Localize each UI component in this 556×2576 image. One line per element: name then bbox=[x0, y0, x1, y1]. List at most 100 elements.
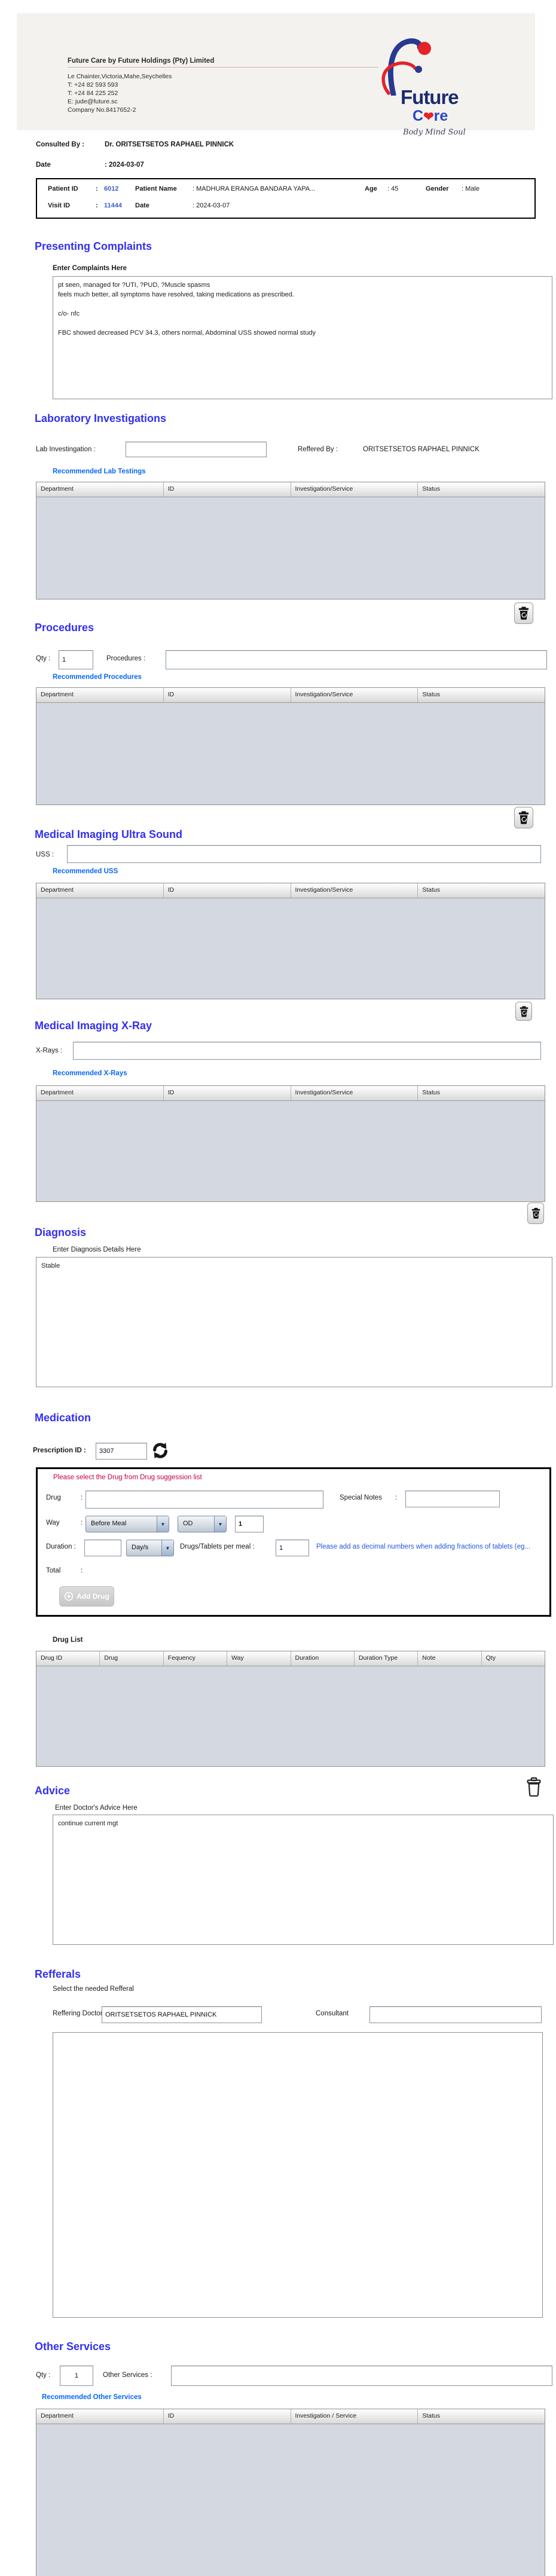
referred-by-label: Reffered By : bbox=[298, 446, 338, 453]
drug-label: Drug bbox=[46, 1494, 61, 1501]
uss-input[interactable] bbox=[67, 845, 541, 863]
drug-input[interactable] bbox=[85, 1491, 323, 1509]
heart-icon: ❤ bbox=[423, 110, 434, 124]
consult-date-label: Date bbox=[36, 161, 105, 169]
frequency-dropdown[interactable]: OD ▼ bbox=[178, 1516, 227, 1532]
referrals-subtitle: Select the needed Refferal bbox=[53, 1985, 134, 1993]
add-drug-button[interactable]: Add Drug bbox=[59, 1586, 114, 1607]
duration-input[interactable] bbox=[84, 1540, 121, 1556]
company-name: Future Care by Future Holdings (Pty) Lim… bbox=[68, 57, 378, 68]
xray-input[interactable] bbox=[73, 1042, 541, 1060]
delete-uss-button[interactable] bbox=[515, 1002, 532, 1021]
uss-table-header: Department ID Investigation/Service Stat… bbox=[36, 883, 545, 898]
trash-icon bbox=[518, 811, 529, 824]
procedures-qty-input[interactable] bbox=[59, 650, 93, 669]
column-header: Qty bbox=[482, 1651, 545, 1666]
diagnosis-textarea[interactable]: Stable bbox=[36, 1257, 552, 1387]
recommended-lab-testings-link: Recommended Lab Testings bbox=[53, 468, 146, 475]
gender-label: Gender bbox=[426, 185, 462, 192]
section-title-referrals: Refferals bbox=[35, 1968, 81, 1981]
duration-label: Duration : bbox=[46, 1543, 76, 1550]
drug-list-table: Drug ID Drug Fequency Way Duration Durat… bbox=[36, 1651, 545, 1767]
duration-unit-dropdown[interactable]: Day/s ▼ bbox=[126, 1540, 174, 1556]
special-notes-input[interactable] bbox=[405, 1491, 500, 1507]
consulted-by-label: Consulted By : bbox=[36, 141, 105, 148]
chevron-down-icon: ▼ bbox=[214, 1516, 226, 1532]
uss-table: Department ID Investigation/Service Stat… bbox=[36, 883, 545, 999]
lab-table-body bbox=[36, 497, 545, 599]
column-header: Department bbox=[36, 688, 164, 702]
drug-selection-warning: Please select the Drug from Drug suggess… bbox=[53, 1474, 202, 1481]
lab-table-header: Department ID Investigation/Service Stat… bbox=[36, 482, 545, 497]
consult-date-row: Date : 2024-03-07 bbox=[36, 161, 144, 169]
column-header: Way bbox=[227, 1651, 291, 1666]
referring-doctor-input[interactable] bbox=[102, 2006, 262, 2023]
column-header: ID bbox=[164, 1086, 291, 1100]
logo-word-care: C❤re bbox=[413, 108, 448, 125]
column-header: ID bbox=[164, 2409, 291, 2424]
other-services-qty-label: Qty : bbox=[36, 2372, 50, 2379]
company-phone-1: T: +24 82 593 593 bbox=[68, 81, 118, 88]
patient-info-box: Patient ID : 6012 Patient Name : MADHURA… bbox=[36, 178, 536, 219]
colon: : bbox=[395, 1494, 397, 1501]
refresh-prescription-button[interactable] bbox=[151, 1442, 169, 1461]
fraction-note: Please add as decimal numbers when addin… bbox=[316, 1543, 546, 1550]
section-title-other-services: Other Services bbox=[35, 2341, 111, 2353]
header-band: Future C❤re Body Mind Soul Future Care b… bbox=[17, 13, 535, 130]
other-services-label: Other Services : bbox=[103, 2372, 152, 2379]
xray-table-body bbox=[36, 1101, 545, 1201]
duration-unit-value: Day/s bbox=[127, 1540, 161, 1556]
company-phone-2: T: +24 84 225 252 bbox=[68, 90, 118, 97]
patient-id-label: Patient ID bbox=[48, 185, 96, 192]
drug-list-table-header: Drug ID Drug Fequency Way Duration Durat… bbox=[36, 1651, 545, 1666]
visit-date-value: : 2024-03-07 bbox=[193, 202, 230, 209]
way-dropdown[interactable]: Before Meal ▼ bbox=[85, 1516, 169, 1532]
diagnosis-label: Enter Diagnosis Details Here bbox=[53, 1246, 141, 1253]
advice-textarea[interactable]: continue current mgt bbox=[53, 1815, 554, 1945]
section-title-laboratory-investigations: Laboratory Investigations bbox=[35, 412, 166, 425]
column-header: ID bbox=[164, 883, 291, 898]
column-header: Note bbox=[418, 1651, 481, 1666]
column-header: Investigation/Service bbox=[291, 482, 418, 497]
frequency-qty-input[interactable] bbox=[235, 1516, 264, 1532]
per-meal-input[interactable] bbox=[276, 1540, 309, 1556]
age-value: : 45 bbox=[387, 185, 426, 192]
delete-advice-button[interactable] bbox=[525, 1775, 543, 1799]
procedures-input[interactable] bbox=[166, 650, 547, 669]
delete-lab-button[interactable] bbox=[514, 602, 533, 624]
delete-xray-button[interactable] bbox=[527, 1203, 544, 1224]
per-meal-label: Drugs/Tablets per meal : bbox=[180, 1543, 255, 1550]
column-header: Investigation / Service bbox=[291, 2409, 418, 2424]
column-header: Fequency bbox=[164, 1651, 227, 1666]
other-services-input[interactable] bbox=[171, 2366, 552, 2386]
section-title-diagnosis: Diagnosis bbox=[35, 1226, 86, 1239]
chevron-down-icon: ▼ bbox=[161, 1540, 173, 1556]
company-email: E: jude@future.sc bbox=[68, 98, 118, 105]
referral-list-box[interactable] bbox=[53, 2032, 543, 2318]
other-services-qty-input[interactable] bbox=[60, 2366, 93, 2386]
recommended-other-services-link: Recommended Other Services bbox=[42, 2394, 142, 2401]
frequency-dropdown-value: OD bbox=[178, 1516, 214, 1532]
uss-label: USS : bbox=[36, 851, 54, 858]
trash-icon bbox=[527, 1777, 541, 1797]
recommended-xray-link: Recommended X-Rays bbox=[53, 1070, 127, 1077]
consultant-input[interactable] bbox=[369, 2006, 542, 2023]
logo-tagline: Body Mind Soul bbox=[403, 128, 466, 137]
lab-investigation-input[interactable] bbox=[126, 442, 267, 457]
referred-by-value: ORITSETSETOS RAPHAEL PINNICK bbox=[363, 446, 479, 453]
column-header: Department bbox=[36, 2409, 164, 2424]
consultant-label: Consultant bbox=[316, 2010, 349, 2017]
add-drug-label: Add Drug bbox=[77, 1592, 109, 1601]
procedures-table-body bbox=[36, 703, 545, 804]
patient-name-value: : MADHURA ERANGA BANDARA YAPA... bbox=[193, 185, 365, 192]
consulted-by-row: Consulted By : Dr. ORITSETSETOS RAPHAEL … bbox=[36, 141, 234, 148]
section-title-ultrasound: Medical Imaging Ultra Sound bbox=[35, 828, 182, 841]
trash-icon bbox=[518, 607, 529, 620]
prescription-id-input[interactable] bbox=[96, 1443, 147, 1460]
delete-procedures-button[interactable] bbox=[514, 807, 533, 828]
referring-doctor-label: Reffering Doctor bbox=[53, 2010, 103, 2017]
complaints-label: Enter Complaints Here bbox=[53, 265, 127, 272]
visit-id-value: 11444 bbox=[104, 202, 135, 209]
xray-table: Department ID Investigation/Service Stat… bbox=[36, 1085, 545, 1202]
complaints-textarea[interactable]: pt seen, managed for ?UTI, ?PUD, ?Muscle… bbox=[53, 276, 552, 399]
